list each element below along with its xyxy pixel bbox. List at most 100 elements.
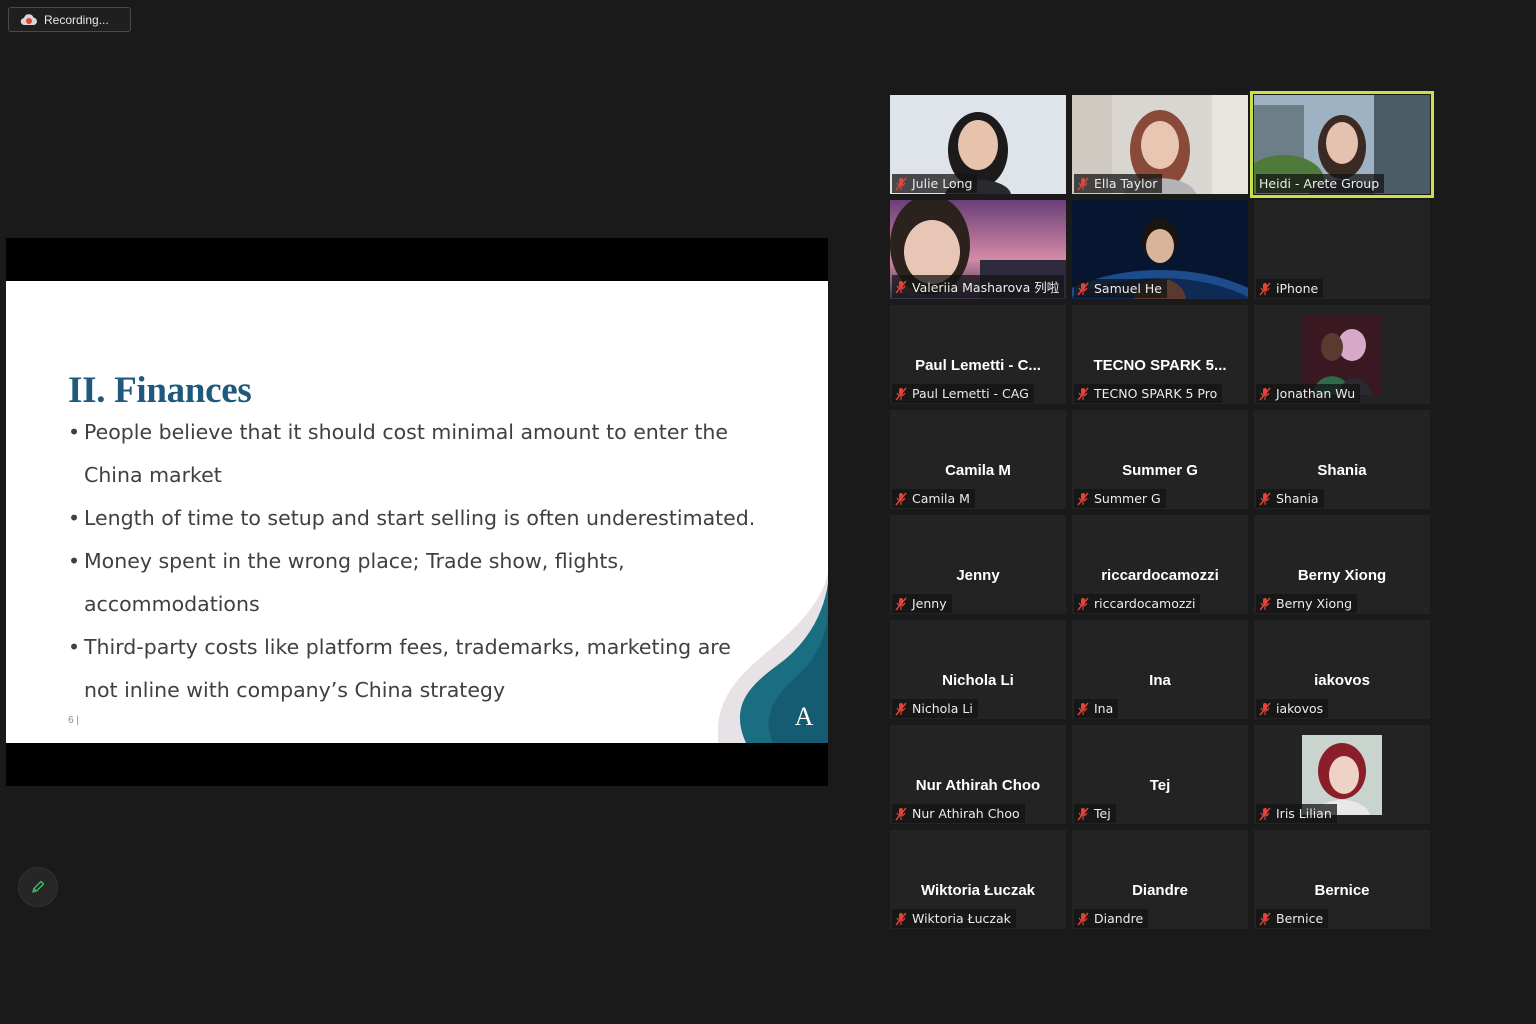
muted-mic-icon — [1077, 597, 1089, 610]
recording-indicator[interactable]: Recording... — [8, 7, 131, 32]
participant-name-bar: Jonathan Wu — [1256, 384, 1361, 403]
participant-tile[interactable]: Shania Shania — [1254, 410, 1430, 509]
participant-name: Camila M — [912, 491, 970, 506]
participant-tile[interactable]: Julie Long — [890, 95, 1066, 194]
participant-tile[interactable]: Jonathan Wu — [1254, 305, 1430, 404]
participant-display-name: TECNO SPARK 5... — [1093, 357, 1227, 374]
presentation-slide: II. Finances People believe that it shou… — [6, 281, 828, 743]
participant-name-bar: Diandre — [1074, 909, 1149, 928]
participant-name: Shania — [1276, 491, 1319, 506]
participant-name-bar: iakovos — [1256, 699, 1329, 718]
participant-tile[interactable]: Jenny Jenny — [890, 515, 1066, 614]
participant-name-bar: Shania — [1256, 489, 1324, 508]
participant-name-bar: Camila M — [892, 489, 975, 508]
muted-mic-icon — [895, 597, 907, 610]
participant-name-bar: Summer G — [1074, 489, 1166, 508]
participant-display-name: Bernice — [1314, 882, 1370, 899]
participant-name: Nur Athirah Choo — [912, 806, 1020, 821]
muted-mic-icon — [1077, 282, 1089, 295]
muted-mic-icon — [1259, 282, 1271, 295]
participant-name-bar: TECNO SPARK 5 Pro — [1074, 384, 1223, 403]
participant-name: Julie Long — [912, 176, 973, 191]
participant-tile[interactable]: TECNO SPARK 5... TECNO SPARK 5 Pro — [1072, 305, 1248, 404]
muted-mic-icon — [1259, 597, 1271, 610]
muted-mic-icon — [895, 492, 907, 505]
participant-tile[interactable]: Diandre Diandre — [1072, 830, 1248, 929]
participant-name: Nichola Li — [912, 701, 973, 716]
slide-bullet: Length of time to setup and start sellin… — [68, 497, 768, 540]
participant-tile[interactable]: Berny Xiong Berny Xiong — [1254, 515, 1430, 614]
muted-mic-icon — [1077, 807, 1089, 820]
participant-display-name: Wiktoria Łuczak — [920, 882, 1036, 899]
participant-name: Jonathan Wu — [1276, 386, 1356, 401]
participant-tile[interactable]: Paul Lemetti - C... Paul Lemetti - CAG — [890, 305, 1066, 404]
participant-tile[interactable]: Nur Athirah Choo Nur Athirah Choo — [890, 725, 1066, 824]
participant-name: iPhone — [1276, 281, 1319, 296]
participant-tile[interactable]: iPhone — [1254, 200, 1430, 299]
participant-tile[interactable]: Ella Taylor — [1072, 95, 1248, 194]
participant-tile-active-speaker[interactable]: Heidi - Arete Group — [1250, 91, 1434, 198]
participant-name-bar: Bernice — [1256, 909, 1329, 928]
muted-mic-icon — [1077, 387, 1089, 400]
shared-screen: II. Finances People believe that it shou… — [6, 238, 828, 786]
participant-name-bar: Ina — [1074, 699, 1119, 718]
muted-mic-icon — [1077, 177, 1089, 190]
participant-tile[interactable]: Ina Ina — [1072, 620, 1248, 719]
participant-tile[interactable]: Valeriia Masharova 列啦 — [890, 200, 1066, 299]
slide-bullets: People believe that it should cost minim… — [68, 411, 768, 712]
participant-name: Wiktoria Łuczak — [912, 911, 1011, 926]
slide-bullet: Money spent in the wrong place; Trade sh… — [68, 540, 768, 626]
participant-name: iakovos — [1276, 701, 1324, 716]
muted-mic-icon — [895, 177, 907, 190]
participant-tile[interactable]: Camila M Camila M — [890, 410, 1066, 509]
participant-name-bar: Berny Xiong — [1256, 594, 1358, 613]
participant-name-bar: Jenny — [892, 594, 952, 613]
muted-mic-icon — [895, 807, 907, 820]
participant-display-name: Jenny — [956, 567, 1000, 584]
participant-name: Samuel He — [1094, 281, 1162, 296]
participant-name: Ella Taylor — [1094, 176, 1158, 191]
participant-tile[interactable]: Wiktoria Łuczak Wiktoria Łuczak — [890, 830, 1066, 929]
annotate-pencil-button[interactable] — [18, 867, 58, 907]
participant-tile[interactable]: Tej Tej — [1072, 725, 1248, 824]
muted-mic-icon — [1259, 702, 1271, 715]
participant-tile[interactable]: iakovos iakovos — [1254, 620, 1430, 719]
participant-tile[interactable]: Nichola Li Nichola Li — [890, 620, 1066, 719]
participant-name: TECNO SPARK 5 Pro — [1094, 386, 1218, 401]
participant-name: Valeriia Masharova 列啦 — [912, 280, 1060, 295]
participant-tile[interactable]: riccardocamozzi riccardocamozzi — [1072, 515, 1248, 614]
participant-name: riccardocamozzi — [1094, 596, 1196, 611]
muted-mic-icon — [1259, 492, 1271, 505]
muted-mic-icon — [895, 280, 907, 293]
participant-name-bar: Tej — [1074, 804, 1116, 823]
participant-display-name: Paul Lemetti - C... — [915, 357, 1041, 374]
muted-mic-icon — [1259, 807, 1271, 820]
participant-name-bar: Samuel He — [1074, 279, 1167, 298]
cloud-record-icon — [20, 11, 38, 29]
participant-display-name: iakovos — [1314, 672, 1370, 689]
participant-name: Berny Xiong — [1276, 596, 1353, 611]
participant-name: Jenny — [912, 596, 947, 611]
participant-name-bar: Wiktoria Łuczak — [892, 909, 1016, 928]
participant-name: Paul Lemetti - CAG — [912, 386, 1029, 401]
participant-tile[interactable]: Bernice Bernice — [1254, 830, 1430, 929]
muted-mic-icon — [1259, 387, 1271, 400]
participant-name-bar: Julie Long — [892, 174, 978, 193]
participant-name-bar: Paul Lemetti - CAG — [892, 384, 1034, 403]
participant-display-name: Diandre — [1132, 882, 1188, 899]
participant-name: Tej — [1094, 806, 1111, 821]
participant-display-name: Summer G — [1122, 462, 1198, 479]
slide-bullet: Third-party costs like platform fees, tr… — [68, 626, 768, 712]
participant-avatar — [1302, 315, 1382, 395]
muted-mic-icon — [1077, 912, 1089, 925]
participant-tile[interactable]: Iris Lilian — [1254, 725, 1430, 824]
participant-tile[interactable]: Summer G Summer G — [1072, 410, 1248, 509]
pencil-icon — [32, 880, 45, 893]
participant-name: Heidi - Arete Group — [1259, 176, 1380, 191]
participant-tile[interactable]: Samuel He — [1072, 200, 1248, 299]
participant-name-bar: iPhone — [1256, 279, 1324, 298]
participant-name-bar: Valeriia Masharova 列啦 — [892, 275, 1065, 298]
slide-logo-letter: A — [795, 702, 814, 731]
muted-mic-icon — [895, 702, 907, 715]
participant-display-name: Berny Xiong — [1297, 567, 1387, 584]
